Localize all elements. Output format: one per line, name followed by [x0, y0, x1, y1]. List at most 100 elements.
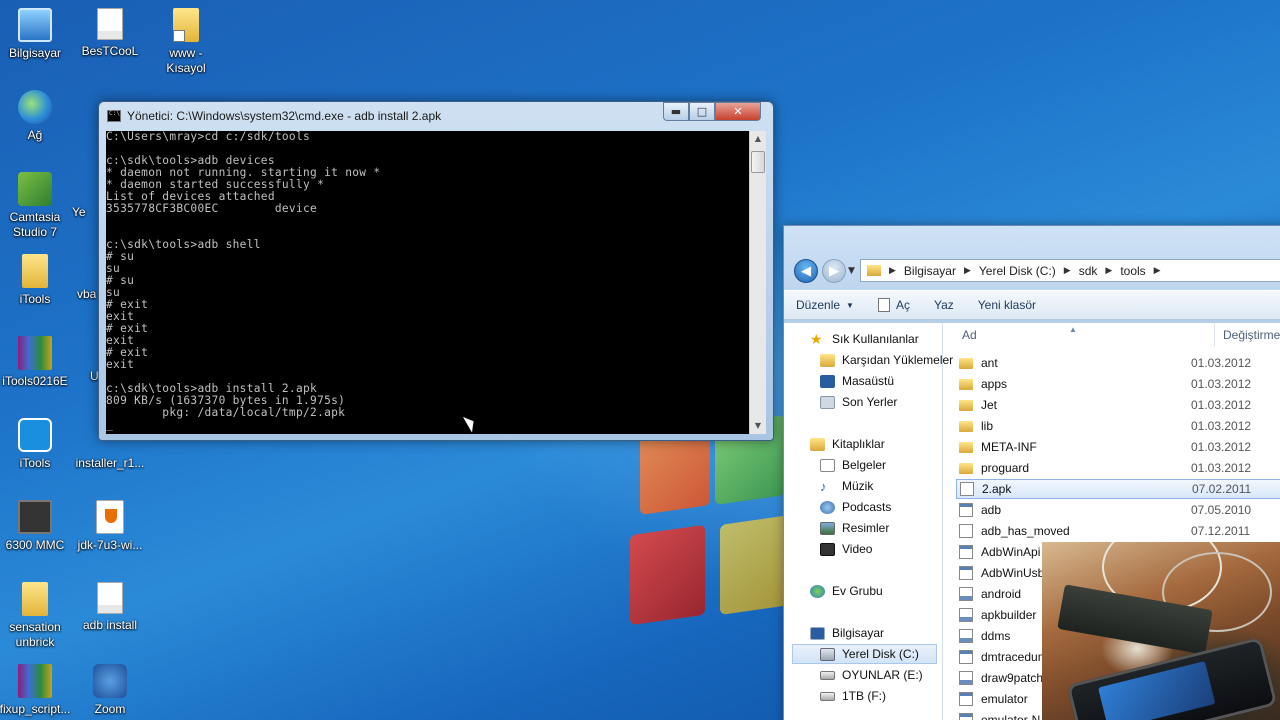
zoom-icon	[93, 664, 127, 698]
nav-item-computer[interactable]: Bilgisayar	[810, 623, 884, 643]
new-folder-button[interactable]: Yeni klasör	[966, 291, 1048, 319]
forward-button[interactable]: ▶	[822, 259, 846, 283]
desktop-icon-jdk[interactable]: jdk-7u3-wi...	[72, 500, 148, 553]
command-bar: Düzenle ▼ Aç Yaz Yeni klasör	[784, 290, 1280, 320]
file-row[interactable]: adb_has_moved 07.12.2011	[959, 521, 1280, 541]
nav-item-homegroup[interactable]: Ev Grubu	[810, 581, 883, 601]
nav-label: Resimler	[842, 521, 890, 535]
nav-item-podcasts[interactable]: Podcasts	[820, 497, 891, 517]
arrow-left-icon: ◀	[801, 263, 811, 279]
cmd-window[interactable]: Yönetici: C:\Windows\system32\cmd.exe - …	[98, 101, 774, 441]
desktop-icon-itools-folder[interactable]: iTools	[0, 254, 73, 307]
scroll-down-arrow-icon[interactable]: ▼	[750, 418, 766, 434]
console-output[interactable]: C:\Users\mray>cd c:/sdk/tools c:\sdk\too…	[106, 131, 749, 434]
folder-icon	[959, 462, 973, 474]
breadcrumb-item[interactable]: Bilgisayar	[904, 264, 956, 278]
drive-icon	[820, 647, 835, 661]
console-scrollbar[interactable]: ▲ ▼	[749, 131, 766, 434]
nav-label: Müzik	[842, 479, 874, 493]
breadcrumb-item[interactable]: tools	[1120, 264, 1145, 278]
nav-item-video[interactable]: Video	[820, 539, 872, 559]
nav-item-pictures[interactable]: Resimler	[820, 518, 889, 538]
nav-item-oyunlar-e[interactable]: OYUNLAR (E:)	[820, 665, 923, 685]
desktop-icon-label: Zoom	[94, 702, 126, 716]
pane-divider[interactable]	[942, 323, 943, 720]
file-row[interactable]: apps 01.03.2012	[959, 374, 1280, 394]
nav-item-recent[interactable]: Son Yerler	[820, 392, 897, 412]
desktop-icon-fixup-script[interactable]: fixup_script...	[0, 664, 73, 717]
breadcrumb-item[interactable]: sdk	[1079, 264, 1098, 278]
desktop-icon-itools-app[interactable]: iTools	[0, 418, 73, 471]
nav-label: Sık Kullanılanlar	[832, 332, 919, 346]
desktop-icon-6300mmc[interactable]: 6300 MMC	[0, 500, 73, 553]
minimize-button[interactable]: ▬	[663, 102, 689, 121]
folder-icon	[22, 582, 48, 616]
file-row[interactable]: Jet 01.03.2012	[959, 395, 1280, 415]
open-button[interactable]: Aç	[866, 291, 922, 319]
desktop-icon-label: adb install	[82, 618, 138, 632]
file-row[interactable]: adb 07.05.2010	[959, 500, 1280, 520]
desktop-icon-label: sensation unbrick	[9, 620, 61, 649]
recent-icon	[820, 395, 835, 409]
file-row[interactable]: ant 01.03.2012	[959, 353, 1280, 373]
column-header-date[interactable]: Değiştirme	[1214, 323, 1280, 347]
nav-item-documents[interactable]: Belgeler	[820, 455, 886, 475]
open-icon	[877, 298, 890, 312]
column-label: Değiştirme	[1223, 328, 1280, 342]
nav-item-local-disk-c[interactable]: Yerel Disk (C:)	[792, 644, 937, 664]
batch-file-icon	[959, 671, 973, 685]
history-dropdown-icon[interactable]: ▼	[848, 266, 855, 276]
nav-label: Karşıdan Yüklemeler	[842, 353, 954, 367]
file-row[interactable]: lib 01.03.2012	[959, 416, 1280, 436]
desktop-icon-www-kisayol[interactable]: www - Kısayol	[148, 8, 224, 76]
column-header-name[interactable]: Ad	[962, 323, 977, 347]
nav-label: Ev Grubu	[832, 584, 883, 598]
file-row[interactable]: 2.apk 07.02.2011	[956, 479, 1280, 499]
scroll-thumb[interactable]	[751, 151, 765, 173]
file-name: proguard	[981, 461, 1030, 475]
nav-item-desktop[interactable]: Masaüstü	[820, 371, 894, 391]
file-row[interactable]: META-INF 01.03.2012	[959, 437, 1280, 457]
maximize-button[interactable]: □	[689, 102, 715, 121]
desktop-icon-bestcool[interactable]: BesTCooL	[72, 8, 148, 59]
write-button[interactable]: Yaz	[922, 291, 966, 319]
executable-icon	[959, 713, 973, 720]
desktop-icon-label: installer_r1...	[75, 456, 145, 470]
desktop-icon-adb-install[interactable]: adb install	[72, 582, 148, 633]
nav-label: Kitaplıklar	[832, 437, 885, 451]
nav-item-1tb-f[interactable]: 1TB (F:)	[820, 686, 886, 706]
desktop-icon-label: iTools	[19, 456, 51, 470]
back-button[interactable]: ◀	[794, 259, 818, 283]
webcam-overlay	[1042, 542, 1280, 720]
chip-icon	[18, 500, 52, 534]
nav-item-favorites[interactable]: ★ Sık Kullanılanlar	[810, 329, 919, 349]
nav-item-libraries[interactable]: Kitaplıklar	[810, 434, 885, 454]
file-date: 07.12.2011	[1191, 524, 1251, 538]
desktop-icon-itools0216e[interactable]: iTools0216E	[0, 336, 73, 389]
chevron-right-icon: ▶	[889, 265, 896, 275]
cmd-titlebar[interactable]: Yönetici: C:\Windows\system32\cmd.exe - …	[107, 107, 673, 125]
nav-item-downloads[interactable]: Karşıdan Yüklemeler	[820, 350, 953, 370]
desktop-icon-label: iTools	[19, 292, 51, 306]
address-bar[interactable]: ▶ Bilgisayar ▶ Yerel Disk (C:) ▶ sdk ▶ t…	[860, 259, 1280, 282]
scroll-up-arrow-icon[interactable]: ▲	[750, 131, 766, 147]
music-icon: ♪	[820, 478, 827, 494]
desktop-icon-sensation-unbrick[interactable]: sensation unbrick	[0, 582, 73, 650]
desktop-icon-camtasia[interactable]: Camtasia Studio 7	[0, 172, 73, 240]
desktop-icon-zoom[interactable]: Zoom	[72, 664, 148, 717]
organize-button[interactable]: Düzenle ▼	[784, 291, 866, 319]
organize-label: Düzenle	[796, 298, 841, 312]
file-row[interactable]: proguard 01.03.2012	[959, 458, 1280, 478]
executable-icon	[959, 545, 973, 559]
desktop-icon-ag[interactable]: Ağ	[0, 90, 73, 143]
nav-label: Son Yerler	[842, 395, 898, 409]
desktop-icon-bilgisayar[interactable]: Bilgisayar	[0, 8, 73, 61]
winrar-icon	[18, 664, 52, 698]
close-button[interactable]: ✕	[715, 102, 761, 121]
breadcrumb-item[interactable]: Yerel Disk (C:)	[979, 264, 1056, 278]
nav-label: Yerel Disk (C:)	[842, 647, 919, 661]
nav-item-music[interactable]: ♪ Müzik	[820, 476, 873, 496]
folder-icon	[22, 254, 48, 288]
shortcut-arrow-icon	[173, 30, 185, 42]
executable-icon	[959, 503, 973, 517]
